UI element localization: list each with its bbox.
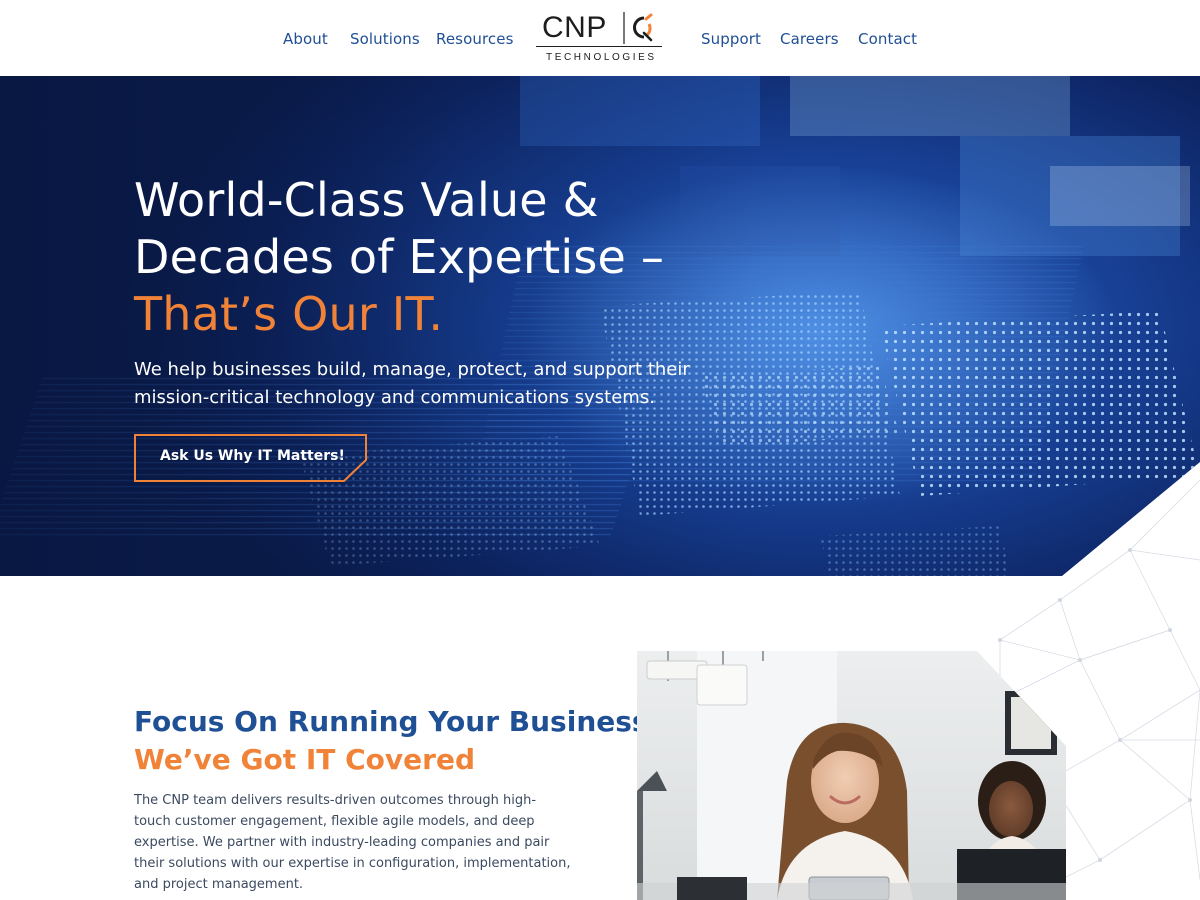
logo-wordmark: CNP (542, 11, 607, 44)
ask-us-why-label: Ask Us Why IT Matters! (160, 448, 345, 464)
hero-subtitle-line-2: mission-critical technology and communic… (134, 387, 655, 408)
logo-tagline: TECHNOLOGIES (546, 52, 657, 63)
site-header: About Solutions Resources CNP TECHNOLOGI… (0, 0, 1200, 76)
focus-heading-accent: We’ve Got IT Covered (134, 743, 475, 776)
hero-title-line-2: Decades of Expertise – (134, 230, 665, 284)
nav-careers[interactable]: Careers (780, 30, 839, 48)
nav-support[interactable]: Support (701, 30, 761, 48)
hero-title-accent: That’s Our IT. (134, 287, 444, 341)
cnp-logo-mark-icon (623, 12, 653, 44)
focus-body-text: The CNP team delivers results-driven out… (134, 790, 574, 895)
hero-subtitle-line-1: We help businesses build, manage, protec… (134, 359, 690, 380)
focus-heading: Focus On Running Your Business, We’ve Go… (134, 703, 660, 779)
office-photo-illustration (637, 651, 1066, 900)
cnp-logo[interactable]: CNP TECHNOLOGIES (536, 10, 664, 66)
hero-title-line-1: World-Class Value & (134, 173, 599, 227)
nav-contact[interactable]: Contact (858, 30, 917, 48)
hero-subtitle: We help businesses build, manage, protec… (134, 356, 694, 412)
ask-us-why-button[interactable]: Ask Us Why IT Matters! (134, 434, 368, 482)
logo-divider (536, 46, 662, 47)
hero-title: World-Class Value & Decades of Expertise… (134, 172, 734, 343)
focus-body-line-4: their solutions with our expertise in co… (134, 856, 571, 871)
focus-body-line-3: expertise. We partner with industry-lead… (134, 835, 550, 850)
nav-solutions[interactable]: Solutions (350, 30, 420, 48)
focus-body-line-1: The CNP team delivers results-driven out… (134, 793, 537, 808)
focus-heading-line: Focus On Running Your Business, (134, 705, 660, 738)
focus-body-line-5: and project management. (134, 877, 304, 892)
nav-resources[interactable]: Resources (436, 30, 514, 48)
focus-body-line-2: touch customer engagement, flexible agil… (134, 814, 535, 829)
office-team-photo (637, 651, 1066, 900)
nav-about[interactable]: About (283, 30, 328, 48)
